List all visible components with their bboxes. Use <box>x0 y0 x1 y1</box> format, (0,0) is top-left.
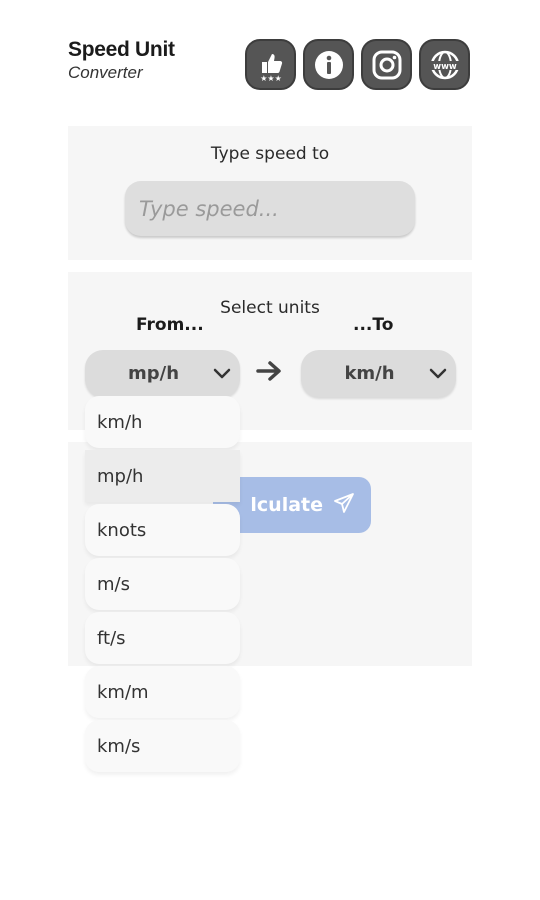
from-unit-dropdown: km/h mp/h knots m/s ft/s km/m km/s <box>85 396 240 774</box>
dropdown-option-selected[interactable]: mp/h <box>85 450 240 502</box>
dropdown-option[interactable]: km/m <box>85 666 240 718</box>
select-units-label: Select units <box>220 298 320 318</box>
dropdown-option[interactable]: km/h <box>85 396 240 448</box>
dropdown-option[interactable]: km/s <box>85 720 240 772</box>
to-unit-select[interactable]: km/h <box>301 350 456 397</box>
dropdown-option[interactable]: m/s <box>85 558 240 610</box>
chevron-down-icon <box>204 368 240 380</box>
send-plane-icon <box>333 492 355 519</box>
arrow-right-icon <box>256 360 284 386</box>
dropdown-option[interactable]: knots <box>85 504 240 556</box>
svg-text:★★★: ★★★ <box>260 74 282 82</box>
dropdown-option[interactable]: ft/s <box>85 612 240 664</box>
speed-input[interactable] <box>125 181 415 236</box>
chevron-down-icon <box>420 368 456 380</box>
app-title: Speed Unit <box>68 38 175 61</box>
from-unit-select[interactable]: mp/h <box>85 350 240 397</box>
type-speed-label: Type speed to <box>210 144 330 164</box>
calculate-button-label: lculate <box>250 494 323 516</box>
from-label: From... <box>136 315 204 335</box>
speed-input-panel: Type speed to <box>68 126 472 260</box>
website-www-icon[interactable]: www <box>419 39 470 90</box>
instagram-icon[interactable] <box>361 39 412 90</box>
header-actions: ★★★ www <box>245 39 470 90</box>
rate-thumbs-up-icon[interactable]: ★★★ <box>245 39 296 90</box>
app-header: Speed Unit Converter <box>68 38 175 84</box>
app-subtitle: Converter <box>68 63 143 82</box>
info-icon[interactable] <box>303 39 354 90</box>
from-unit-value: mp/h <box>127 363 180 384</box>
svg-text:www: www <box>433 62 457 72</box>
to-label: ...To <box>353 315 394 335</box>
to-unit-value: km/h <box>344 363 395 384</box>
